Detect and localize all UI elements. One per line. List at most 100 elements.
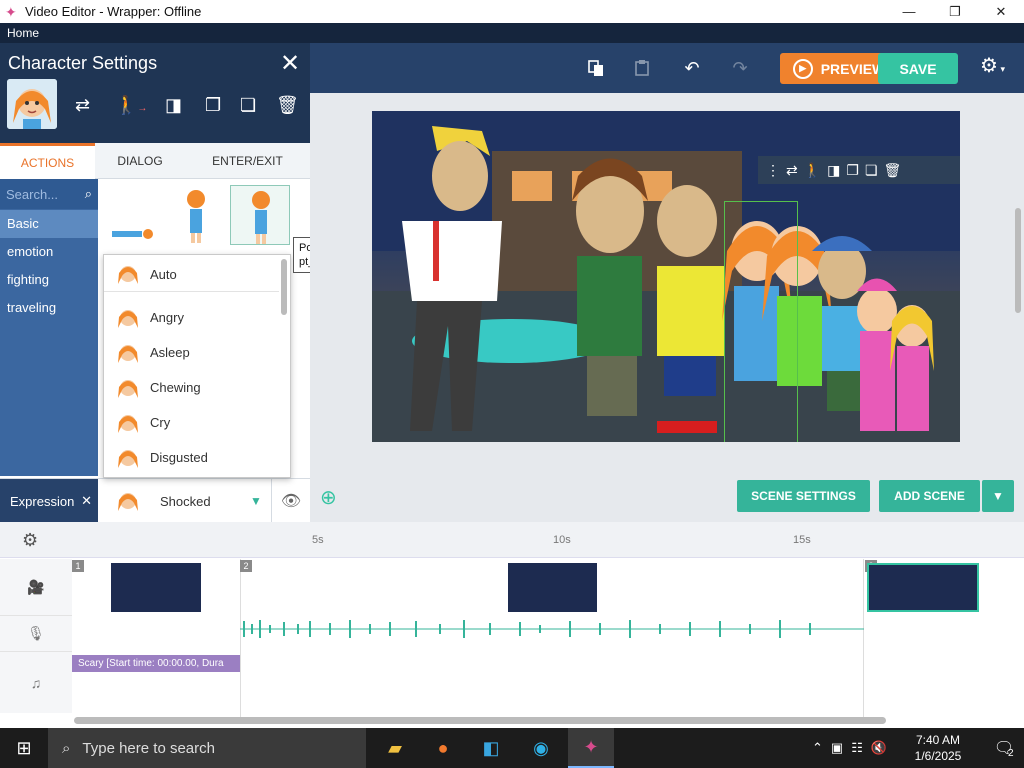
windows-start-icon[interactable]: ⊞ bbox=[0, 728, 48, 768]
scene-number: 1 bbox=[72, 560, 84, 572]
tab-actions[interactable]: ACTIONS bbox=[0, 143, 95, 179]
dropdown-item[interactable]: Angry bbox=[104, 300, 279, 335]
edge-icon[interactable]: ◉ bbox=[518, 728, 564, 768]
flip-icon[interactable]: ◨ bbox=[165, 95, 182, 116]
category-emotion[interactable]: emotion bbox=[0, 238, 98, 266]
save-button[interactable]: SAVE bbox=[878, 53, 958, 84]
notification-icon[interactable]: 🗨 2 bbox=[984, 728, 1024, 768]
action-lying-down[interactable] bbox=[104, 185, 164, 245]
wifi-icon[interactable]: ☷ bbox=[851, 740, 863, 756]
network-icon[interactable]: ▣ bbox=[831, 740, 843, 756]
redo-icon[interactable]: ↷ bbox=[724, 52, 756, 84]
dropdown-item[interactable]: Cry bbox=[104, 405, 279, 440]
timeline-ruler: ⚙ 5s 10s 15s bbox=[0, 522, 1024, 558]
timeline: ⚙ 5s 10s 15s 🎥 🎙 ♫ 1 2 3 Scary [Start ti… bbox=[0, 522, 1024, 728]
action-point-at[interactable] bbox=[230, 185, 290, 245]
context-toolbar: ⋮ ⇄ 🚶 ◨ ❐ ❏ 🗑 bbox=[758, 156, 960, 184]
dropdown-item[interactable]: Auto bbox=[104, 257, 279, 292]
taskbar-search[interactable]: ⌕ Type here to search bbox=[48, 728, 366, 768]
settings-gear-icon[interactable]: ⚙ ▾ bbox=[980, 53, 1005, 78]
video-editor-taskbar-icon[interactable]: ✦ bbox=[568, 728, 614, 768]
menu-bar: Home bbox=[0, 23, 1024, 43]
firefox-icon[interactable]: ● bbox=[420, 728, 466, 768]
volume-muted-icon[interactable]: 🔇 bbox=[871, 740, 887, 756]
expression-row: Expression ✕ Shocked ▼ 👁 bbox=[0, 478, 310, 523]
clock[interactable]: 7:40 AM 1/6/2025 bbox=[900, 732, 976, 764]
trash-icon[interactable]: 🗑 bbox=[884, 162, 902, 179]
minimize-button[interactable]: — bbox=[886, 0, 932, 23]
search-icon: ⌕ bbox=[62, 739, 71, 757]
music-note-icon: ♫ bbox=[0, 651, 72, 713]
file-explorer-icon[interactable]: ▰ bbox=[372, 728, 418, 768]
paste-icon[interactable] bbox=[626, 52, 658, 84]
copy-character-icon[interactable]: ❐ bbox=[205, 95, 221, 116]
timeline-gear-icon[interactable]: ⚙ bbox=[22, 530, 38, 551]
paste-icon[interactable]: ❏ bbox=[865, 162, 878, 179]
flip-icon[interactable]: ◨ bbox=[827, 162, 840, 179]
menu-home[interactable]: Home bbox=[7, 26, 39, 40]
face-icon bbox=[118, 449, 138, 468]
search-input[interactable]: Search... ⌕ bbox=[0, 179, 98, 209]
voice-waveform[interactable] bbox=[240, 616, 864, 642]
chevron-down-icon: ▼ bbox=[250, 494, 262, 508]
eye-icon[interactable]: 👁 bbox=[271, 479, 310, 523]
notification-count: 2 bbox=[1008, 748, 1014, 759]
zoom-in-icon[interactable]: ⊕ bbox=[320, 485, 337, 510]
tab-enter-exit[interactable]: ENTER/EXIT bbox=[185, 143, 310, 179]
scene-settings-button[interactable]: SCENE SETTINGS bbox=[737, 480, 870, 512]
category-fighting[interactable]: fighting bbox=[0, 266, 98, 294]
category-basic[interactable]: Basic bbox=[0, 210, 98, 238]
copy-icon[interactable]: ❐ bbox=[846, 162, 859, 179]
undo-icon[interactable]: ↶ bbox=[676, 52, 708, 84]
drag-handle-icon[interactable]: ⋮ bbox=[766, 162, 780, 179]
scene-thumbnail-selected[interactable] bbox=[867, 563, 979, 612]
dropdown-item[interactable]: Chewing bbox=[104, 370, 279, 405]
panel-title: Character Settings bbox=[8, 53, 158, 73]
app-icon[interactable]: ◧ bbox=[468, 728, 514, 768]
dropdown-item-label: Cry bbox=[150, 415, 171, 430]
preview-label: PREVIEW bbox=[820, 60, 886, 77]
action-standing[interactable] bbox=[166, 185, 226, 245]
scene-canvas[interactable]: ⋮ ⇄ 🚶 ◨ ❐ ❏ 🗑 bbox=[372, 111, 960, 442]
dropdown-scrollbar[interactable] bbox=[281, 259, 287, 315]
dropdown-item-label: Chewing bbox=[150, 380, 201, 395]
window-title: Video Editor - Wrapper: Offline bbox=[25, 4, 202, 19]
dropdown-item[interactable]: Disgusted bbox=[104, 440, 279, 475]
close-icon[interactable]: ✕ bbox=[280, 49, 300, 78]
maximize-button[interactable]: ❐ bbox=[932, 0, 978, 23]
search-placeholder: Search... bbox=[6, 186, 59, 202]
chevron-up-icon[interactable]: ⌃ bbox=[812, 740, 823, 756]
scene-thumbnail[interactable] bbox=[111, 563, 201, 612]
play-icon: ▶ bbox=[792, 58, 813, 79]
add-scene-button[interactable]: ADD SCENE bbox=[879, 480, 980, 512]
dropdown-item-label: Angry bbox=[150, 310, 184, 325]
selection-box[interactable] bbox=[724, 201, 798, 442]
face-icon bbox=[118, 379, 138, 398]
tick-label: 5s bbox=[312, 534, 324, 546]
stage-scrollbar[interactable] bbox=[1015, 208, 1021, 313]
search-icon: ⌕ bbox=[84, 186, 92, 201]
dropdown-item[interactable]: Asleep bbox=[104, 335, 279, 370]
clock-date: 1/6/2025 bbox=[914, 749, 962, 763]
close-window-button[interactable]: ✕ bbox=[978, 0, 1024, 23]
walk-motion-icon[interactable]: 🚶→ bbox=[115, 95, 147, 116]
timeline-scrollbar[interactable] bbox=[74, 717, 886, 724]
expression-face-icon bbox=[118, 493, 138, 511]
chevron-down-icon[interactable]: ▼ bbox=[982, 480, 1014, 512]
trash-icon[interactable]: 🗑 bbox=[276, 95, 299, 116]
music-clip[interactable]: Scary [Start time: 00:00.00, Dura bbox=[72, 655, 240, 672]
expression-select[interactable]: Shocked ▼ bbox=[98, 479, 271, 523]
scene-thumbnail[interactable] bbox=[508, 563, 597, 612]
walk-icon[interactable]: 🚶 bbox=[804, 162, 821, 179]
swap-character-icon[interactable]: ⇄ bbox=[75, 95, 90, 116]
tab-dialog[interactable]: DIALOG bbox=[95, 143, 185, 179]
swap-icon[interactable]: ⇄ bbox=[786, 162, 798, 179]
character-avatar bbox=[7, 79, 57, 129]
expression-dropdown: Auto Angry Asleep Chewing Cry Disgusted bbox=[103, 254, 291, 478]
paste-character-icon[interactable]: ❏ bbox=[240, 95, 256, 116]
expression-value: Shocked bbox=[160, 493, 211, 509]
expression-close-icon[interactable]: ✕ bbox=[81, 493, 92, 509]
category-traveling[interactable]: traveling bbox=[0, 294, 98, 322]
app-icon: ✦ bbox=[5, 3, 17, 20]
copy-icon[interactable] bbox=[580, 52, 612, 84]
